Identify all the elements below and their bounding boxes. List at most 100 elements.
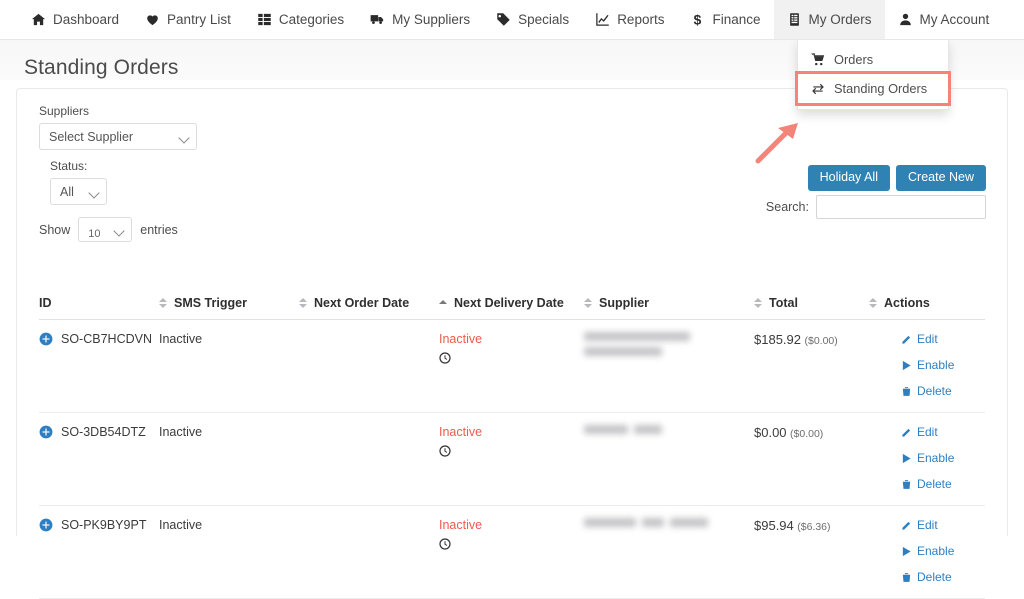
column-header-next-delivery-date[interactable]: Next Delivery Date xyxy=(439,296,584,310)
nav-item-dashboard[interactable]: Dashboard xyxy=(18,0,132,39)
chevron-down-icon xyxy=(178,132,189,143)
edit-action[interactable]: Edit xyxy=(901,518,985,532)
cell-total: $0.00 ($0.00) xyxy=(754,425,869,440)
redacted-supplier-name xyxy=(642,518,664,527)
trash-icon xyxy=(901,572,912,583)
action-label: Edit xyxy=(917,332,938,346)
action-label: Enable xyxy=(917,451,954,465)
nav-item-reports[interactable]: Reports xyxy=(582,0,677,39)
order-id: SO-CB7HCDVN xyxy=(61,332,152,346)
delete-action[interactable]: Delete xyxy=(901,477,985,491)
nav-item-pantry-list[interactable]: Pantry List xyxy=(132,0,244,39)
enable-action[interactable]: Enable xyxy=(901,358,985,372)
nav-item-my-account[interactable]: My Account xyxy=(885,0,1003,39)
cell-id: SO-3DB54DTZ xyxy=(39,425,159,439)
column-label: ID xyxy=(39,296,52,310)
total-amount: $95.94 xyxy=(754,518,794,533)
total-sub-amount: ($0.00) xyxy=(790,428,823,440)
search-input[interactable] xyxy=(816,195,986,219)
status-label: Status: xyxy=(50,159,197,173)
pencil-icon xyxy=(901,334,912,345)
redacted-supplier-name xyxy=(670,518,708,527)
sort-icon xyxy=(299,298,307,308)
edit-action[interactable]: Edit xyxy=(901,332,985,346)
column-header-id[interactable]: ID xyxy=(39,296,159,310)
chevron-down-icon xyxy=(88,187,99,198)
supplier-select[interactable]: Select Supplier xyxy=(39,123,197,150)
play-icon xyxy=(901,453,912,464)
filters-group: Suppliers Select Supplier Status: All Sh… xyxy=(39,104,197,242)
action-label: Edit xyxy=(917,518,938,532)
nav-item-finance[interactable]: $ Finance xyxy=(677,0,773,39)
status-select[interactable]: All xyxy=(50,178,107,205)
holiday-all-button[interactable]: Holiday All xyxy=(808,165,890,191)
pencil-icon xyxy=(901,427,912,438)
expand-row-icon[interactable] xyxy=(39,518,53,532)
cell-actions: Edit Enable Delete xyxy=(869,332,985,398)
nav-label: My Suppliers xyxy=(392,12,470,27)
enable-action[interactable]: Enable xyxy=(901,451,985,465)
cell-next-delivery-date: Inactive xyxy=(439,425,584,457)
delete-action[interactable]: Delete xyxy=(901,384,985,398)
cell-next-delivery-date: Inactive xyxy=(439,518,584,550)
delete-action[interactable]: Delete xyxy=(901,570,985,584)
show-label: Show xyxy=(39,223,70,237)
dollar-icon: $ xyxy=(690,12,705,27)
column-label: SMS Trigger xyxy=(174,296,247,310)
create-new-button[interactable]: Create New xyxy=(896,165,986,191)
order-id: SO-PK9BY9PT xyxy=(61,518,146,532)
sort-icon xyxy=(754,298,762,308)
column-label: Next Order Date xyxy=(314,296,409,310)
cell-sms-trigger: Inactive xyxy=(159,518,299,532)
dropdown-item-orders[interactable]: Orders xyxy=(798,45,948,74)
nav-label: Dashboard xyxy=(53,12,119,27)
exchange-icon xyxy=(811,82,825,96)
page-length-select[interactable]: 10 xyxy=(78,217,132,242)
table-header-row: ID SMS Trigger Next Order Date Next Deli… xyxy=(39,296,985,320)
expand-row-icon[interactable] xyxy=(39,425,53,439)
nav-item-specials[interactable]: Specials xyxy=(483,0,582,39)
sort-icon-ascending xyxy=(439,300,447,306)
cart-icon xyxy=(811,53,825,67)
nav-label: My Account xyxy=(920,12,990,27)
redacted-supplier-name xyxy=(584,347,662,356)
column-label: Supplier xyxy=(599,296,649,310)
cell-total: $95.94 ($6.36) xyxy=(754,518,869,533)
delivery-status: Inactive xyxy=(439,518,584,532)
table-row[interactable]: SO-CB7HCDVN Inactive Inactive $185.92 ($… xyxy=(39,320,985,413)
column-header-sms-trigger[interactable]: SMS Trigger xyxy=(159,296,299,310)
nav-label: My Orders xyxy=(809,12,872,27)
nav-item-my-orders[interactable]: My Orders xyxy=(774,0,885,39)
column-header-next-order-date[interactable]: Next Order Date xyxy=(299,296,439,310)
nav-item-categories[interactable]: Categories xyxy=(244,0,357,39)
total-amount: $185.92 xyxy=(754,332,801,347)
my-orders-dropdown-menu: Orders Standing Orders xyxy=(797,40,949,110)
expand-row-icon[interactable] xyxy=(39,332,53,346)
table-row[interactable]: SO-3DB54DTZ Inactive Inactive $0.00 ($0.… xyxy=(39,413,985,506)
page-length-value: 10 xyxy=(88,228,100,240)
cell-actions: Edit Enable Delete xyxy=(869,518,985,584)
cell-actions: Edit Enable Delete xyxy=(869,425,985,491)
status-select-value: All xyxy=(60,185,74,199)
clock-icon xyxy=(439,538,451,550)
user-icon xyxy=(898,12,913,27)
pencil-icon xyxy=(901,520,912,531)
column-label: Total xyxy=(769,296,798,310)
delivery-status: Inactive xyxy=(439,332,584,346)
grid-icon xyxy=(257,12,272,27)
edit-action[interactable]: Edit xyxy=(901,425,985,439)
page-body: Standing Orders Suppliers Select Supplie… xyxy=(0,40,1024,536)
svg-text:$: $ xyxy=(694,13,702,28)
enable-action[interactable]: Enable xyxy=(901,544,985,558)
column-header-total[interactable]: Total xyxy=(754,296,869,310)
dropdown-item-standing-orders[interactable]: Standing Orders xyxy=(798,74,948,103)
nav-item-my-suppliers[interactable]: My Suppliers xyxy=(357,0,483,39)
action-label: Delete xyxy=(917,570,952,584)
row-actions: Edit Enable Delete xyxy=(869,518,985,584)
redacted-supplier-name xyxy=(634,425,662,434)
column-label: Actions xyxy=(884,296,930,310)
redacted-supplier-name xyxy=(584,518,636,527)
table-row[interactable]: SO-PK9BY9PT Inactive Inactive $95.94 ($6… xyxy=(39,506,985,599)
column-header-supplier[interactable]: Supplier xyxy=(584,296,754,310)
nav-label: Reports xyxy=(617,12,664,27)
